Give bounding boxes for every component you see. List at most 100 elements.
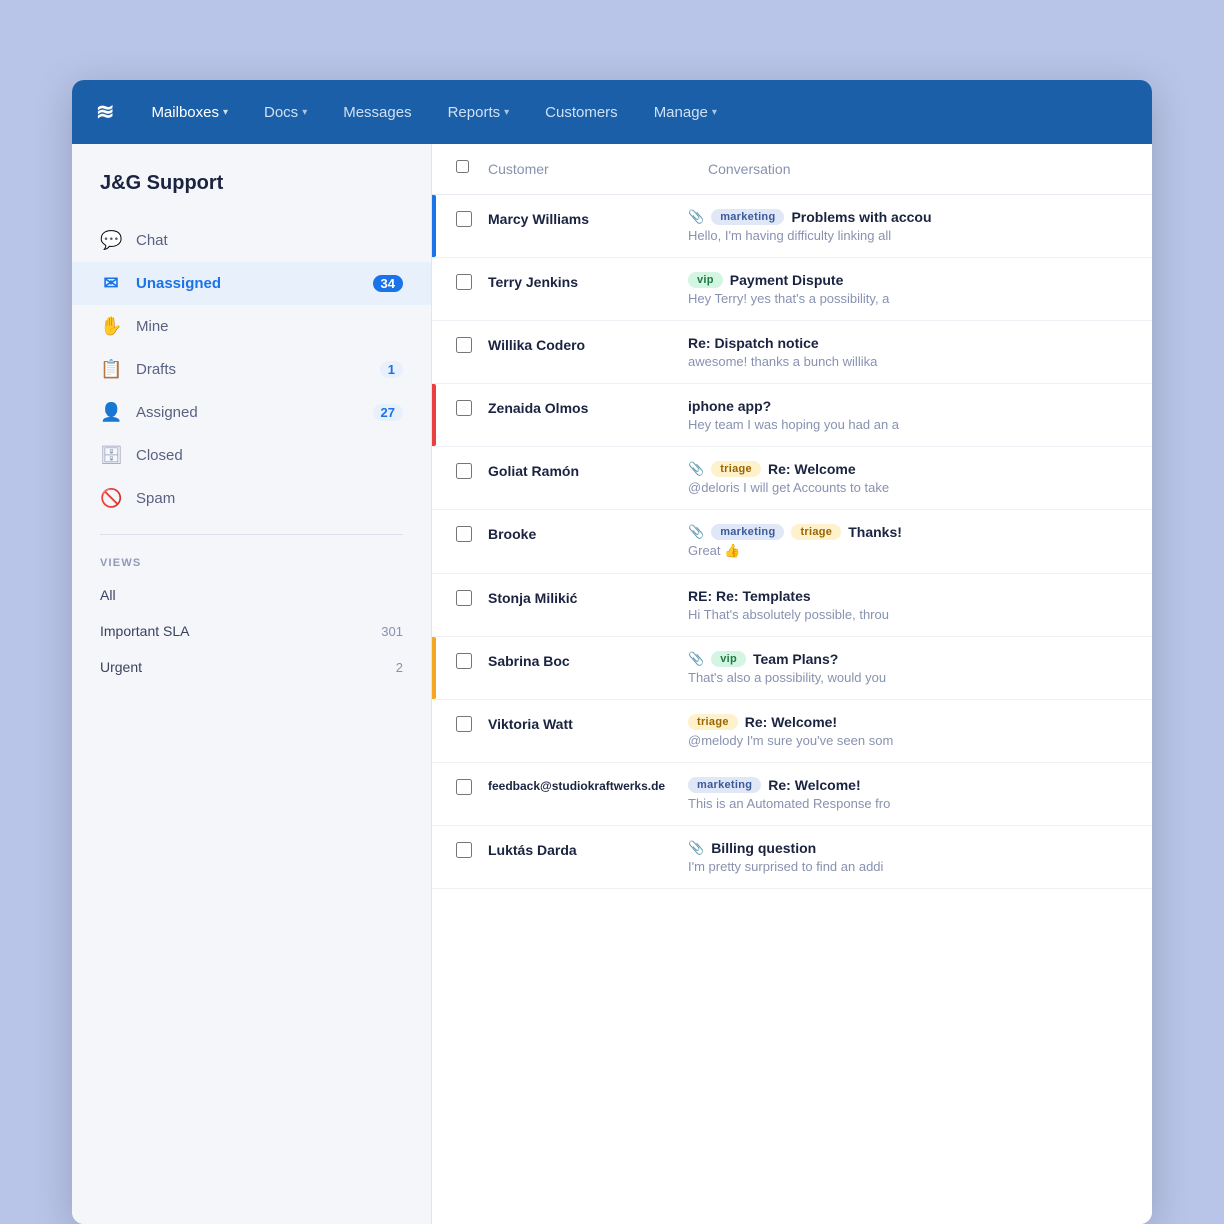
row-checkbox-area xyxy=(456,463,488,484)
unassigned-icon: ✉ xyxy=(100,273,122,294)
select-all-checkbox[interactable] xyxy=(456,160,469,173)
sidebar-item-spam[interactable]: 🚫 Spam xyxy=(72,477,431,520)
app-window: ≋ Mailboxes ▾ Docs ▾ Messages Reports ▾ … xyxy=(72,80,1152,1224)
conv-content: 📎 Billing question I'm pretty surprised … xyxy=(688,840,1128,874)
sidebar-chat-label: Chat xyxy=(136,232,168,249)
sidebar-assigned-label: Assigned xyxy=(136,404,198,421)
nav-reports-label: Reports xyxy=(448,104,501,121)
sidebar-item-unassigned[interactable]: ✉ Unassigned 34 xyxy=(72,262,431,305)
table-row[interactable]: Terry Jenkins vip Payment Dispute Hey Te… xyxy=(432,258,1152,321)
row-checkbox-area xyxy=(456,526,488,547)
attachment-icon: 📎 xyxy=(688,461,704,477)
conv-content: Re: Dispatch notice awesome! thanks a bu… xyxy=(688,335,1128,369)
views-sla-badge: 301 xyxy=(381,624,403,639)
unassigned-badge: 34 xyxy=(373,275,403,292)
sidebar-mine-label: Mine xyxy=(136,318,169,335)
conv-preview: Great 👍 xyxy=(688,543,1128,559)
conv-customer-name: Terry Jenkins xyxy=(488,272,688,290)
table-row[interactable]: Zenaida Olmos iphone app? Hey team I was… xyxy=(432,384,1152,447)
views-urgent-badge: 2 xyxy=(396,660,403,675)
sidebar-item-closed[interactable]: 🗄 Closed xyxy=(72,434,431,477)
tag-marketing: marketing xyxy=(711,524,784,540)
conversation-list: Customer Conversation Marcy Williams 📎 m… xyxy=(432,144,1152,1224)
views-item-sla[interactable]: Important SLA 301 xyxy=(72,613,431,649)
nav-messages[interactable]: Messages xyxy=(325,80,429,144)
views-label: VIEWS xyxy=(72,557,431,577)
nav-customers[interactable]: Customers xyxy=(527,80,636,144)
conv-subject-line: Re: Dispatch notice xyxy=(688,335,1128,351)
row-checkbox-area xyxy=(456,716,488,737)
views-item-all[interactable]: All xyxy=(72,577,431,613)
row-checkbox[interactable] xyxy=(456,211,472,227)
conv-subject: Re: Welcome xyxy=(768,461,856,477)
row-checkbox[interactable] xyxy=(456,590,472,606)
table-row[interactable]: Goliat Ramón 📎 triage Re: Welcome @delor… xyxy=(432,447,1152,510)
row-checkbox[interactable] xyxy=(456,653,472,669)
row-checkbox[interactable] xyxy=(456,842,472,858)
row-checkbox[interactable] xyxy=(456,400,472,416)
conv-preview: awesome! thanks a bunch willika xyxy=(688,354,1128,369)
assigned-badge: 27 xyxy=(373,404,403,421)
spam-icon: 🚫 xyxy=(100,488,122,509)
conv-preview: Hey team I was hoping you had an a xyxy=(688,417,1128,432)
nav-manage-label: Manage xyxy=(654,104,708,121)
conv-customer-name: Sabrina Boc xyxy=(488,651,688,669)
row-checkbox[interactable] xyxy=(456,337,472,353)
row-checkbox[interactable] xyxy=(456,526,472,542)
conv-subject: Re: Welcome! xyxy=(745,714,837,730)
row-checkbox[interactable] xyxy=(456,274,472,290)
customer-name-text: feedback@studiokraftwerks.de xyxy=(488,779,665,795)
tag-marketing: marketing xyxy=(688,777,761,793)
nav-docs[interactable]: Docs ▾ xyxy=(246,80,325,144)
sidebar-divider xyxy=(100,534,403,535)
conv-preview: This is an Automated Response fro xyxy=(688,796,1128,811)
customer-name-text: Goliat Ramón xyxy=(488,463,579,479)
table-row[interactable]: Marcy Williams 📎 marketing Problems with… xyxy=(432,195,1152,258)
table-row[interactable]: feedback@studiokraftwerks.de marketing R… xyxy=(432,763,1152,826)
conv-list-header: Customer Conversation xyxy=(432,144,1152,195)
row-checkbox-area xyxy=(456,653,488,674)
conv-customer-name: Zenaida Olmos xyxy=(488,398,688,416)
tag-marketing: marketing xyxy=(711,209,784,225)
closed-icon: 🗄 xyxy=(100,445,122,466)
row-checkbox[interactable] xyxy=(456,716,472,732)
attachment-icon: 📎 xyxy=(688,840,704,856)
conv-content: 📎 vip Team Plans? That's also a possibil… xyxy=(688,651,1128,685)
conv-content: vip Payment Dispute Hey Terry! yes that'… xyxy=(688,272,1128,306)
nav-manage[interactable]: Manage ▾ xyxy=(636,80,735,144)
header-checkbox-area xyxy=(456,160,488,178)
sidebar-item-chat[interactable]: 💬 Chat xyxy=(72,219,431,262)
sidebar-unassigned-label: Unassigned xyxy=(136,275,221,292)
row-checkbox[interactable] xyxy=(456,463,472,479)
sidebar-item-assigned[interactable]: 👤 Assigned 27 xyxy=(72,391,431,434)
table-row[interactable]: Sabrina Boc 📎 vip Team Plans? That's als… xyxy=(432,637,1152,700)
conv-subject: Problems with accou xyxy=(791,209,931,225)
customer-name-text: Zenaida Olmos xyxy=(488,400,588,416)
nav-mailboxes[interactable]: Mailboxes ▾ xyxy=(133,80,246,144)
tag-triage: triage xyxy=(711,461,761,477)
row-checkbox-area xyxy=(456,274,488,295)
conv-subject: iphone app? xyxy=(688,398,771,414)
sidebar-item-mine[interactable]: ✋ Mine xyxy=(72,305,431,348)
sidebar-item-drafts[interactable]: 📋 Drafts 1 xyxy=(72,348,431,391)
tag-vip: vip xyxy=(711,651,746,667)
table-row[interactable]: Willika Codero Re: Dispatch notice aweso… xyxy=(432,321,1152,384)
attachment-icon: 📎 xyxy=(688,524,704,540)
conv-subject: RE: Re: Templates xyxy=(688,588,811,604)
row-checkbox-area xyxy=(456,337,488,358)
conv-subject: Re: Welcome! xyxy=(768,777,860,793)
table-row[interactable]: Viktoria Watt triage Re: Welcome! @melod… xyxy=(432,700,1152,763)
row-checkbox[interactable] xyxy=(456,779,472,795)
sidebar-drafts-label: Drafts xyxy=(136,361,176,378)
conv-customer-name: feedback@studiokraftwerks.de xyxy=(488,777,688,795)
table-row[interactable]: Brooke 📎 marketing triage Thanks! Great … xyxy=(432,510,1152,574)
views-item-urgent[interactable]: Urgent 2 xyxy=(72,649,431,685)
row-checkbox-area xyxy=(456,400,488,421)
conv-preview: Hello, I'm having difficulty linking all xyxy=(688,228,1128,243)
table-row[interactable]: Luktás Darda 📎 Billing question I'm pret… xyxy=(432,826,1152,889)
table-row[interactable]: Stonja Milikić RE: Re: Templates Hi That… xyxy=(432,574,1152,637)
customer-name-text: Marcy Williams xyxy=(488,211,589,227)
customer-name-text: Sabrina Boc xyxy=(488,653,570,669)
nav-docs-chevron: ▾ xyxy=(302,107,307,118)
nav-reports[interactable]: Reports ▾ xyxy=(430,80,528,144)
